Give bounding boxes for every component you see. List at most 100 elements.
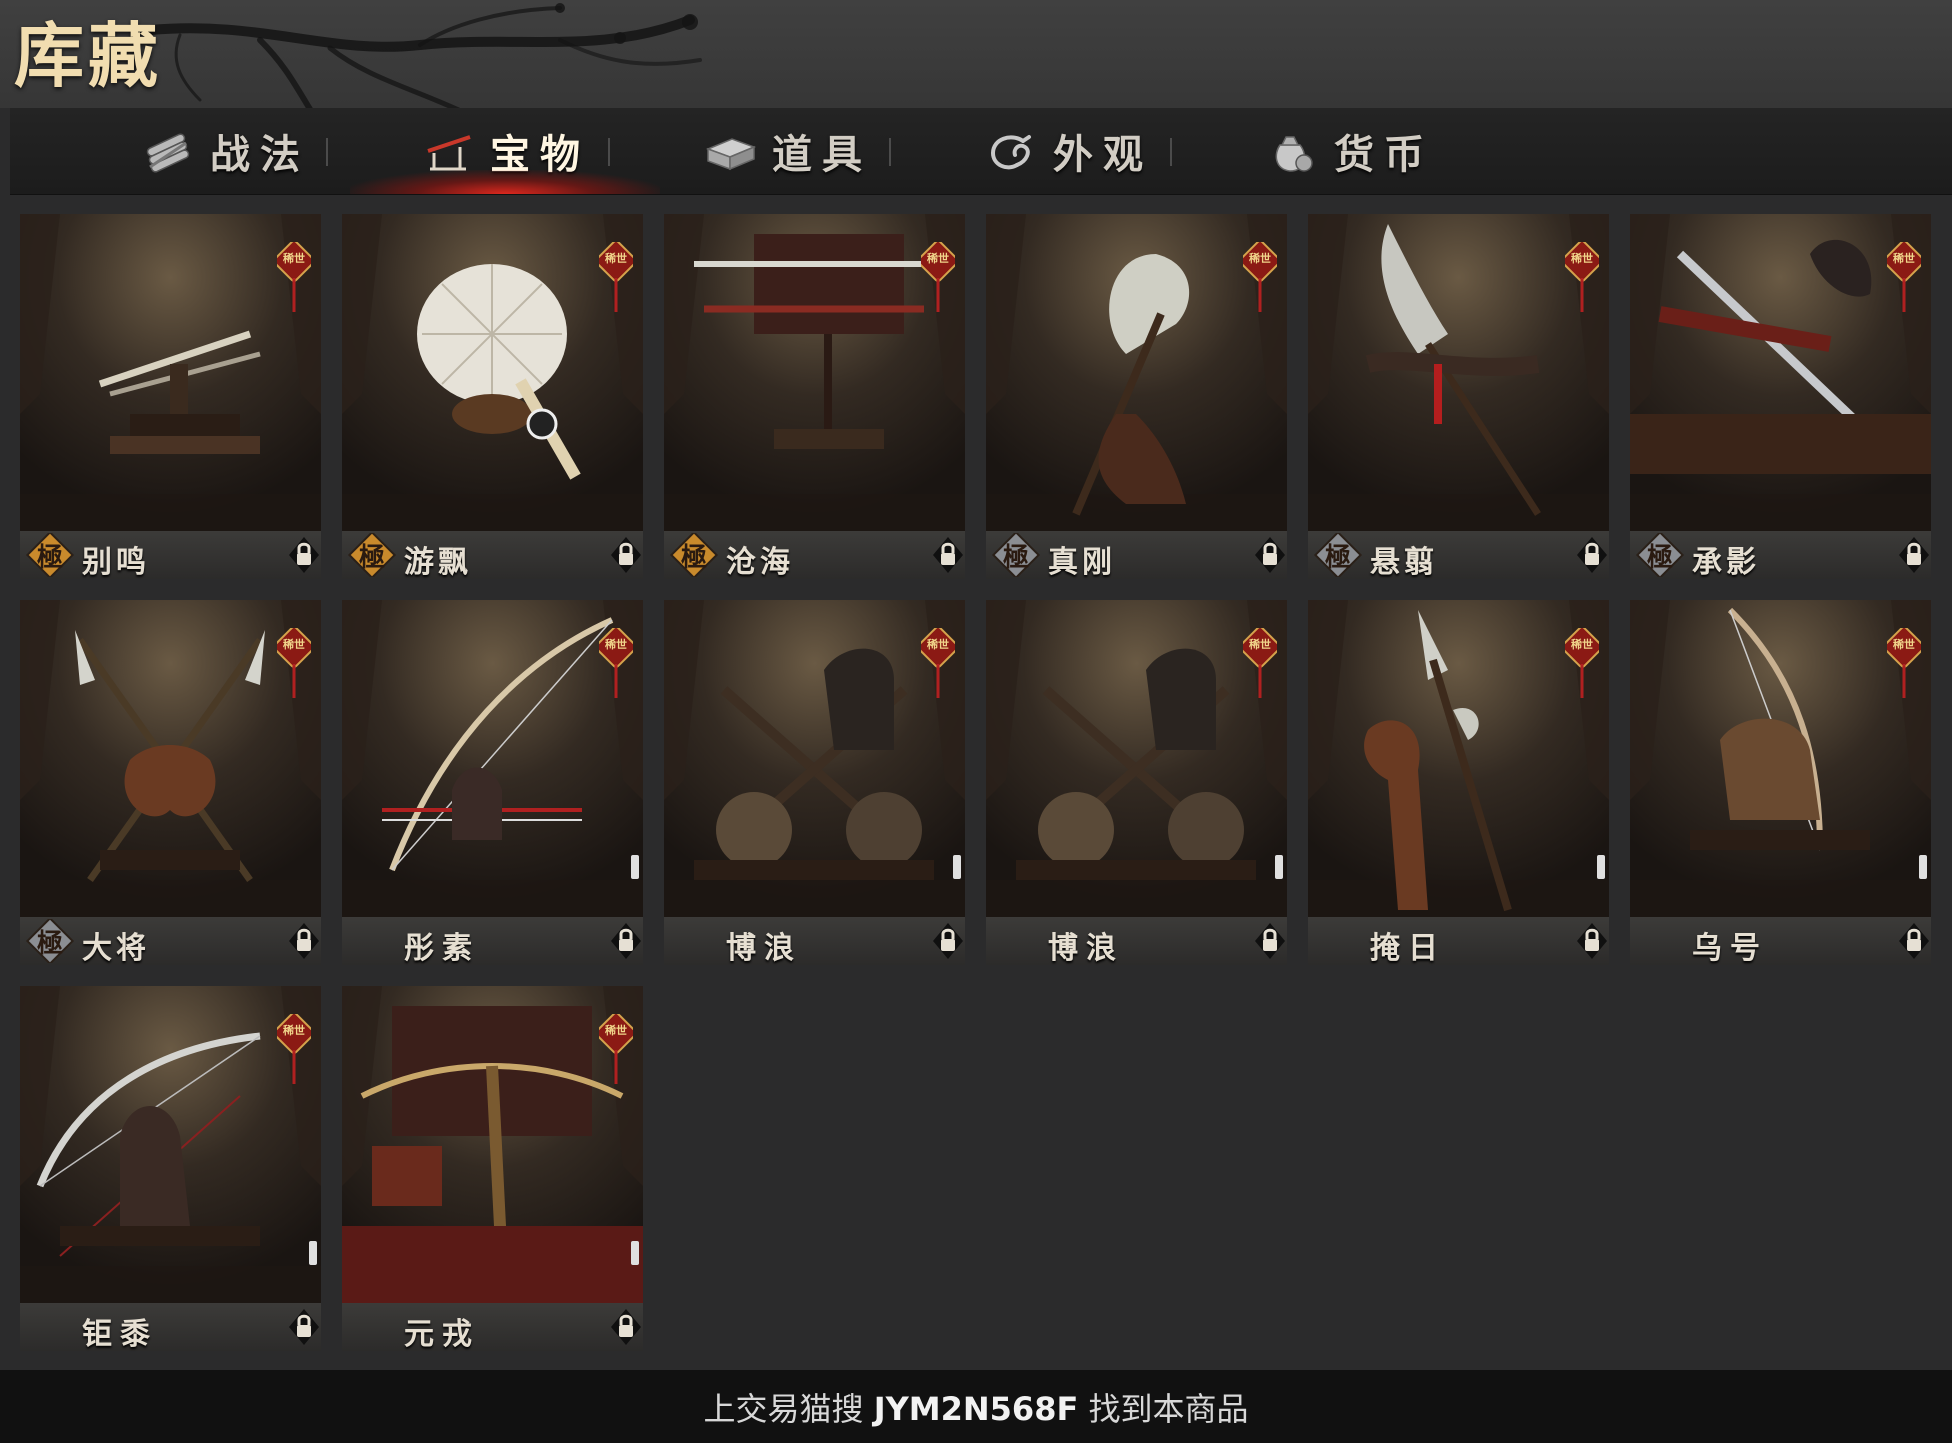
- footer: 上交易猫搜 JYM2N568F 找到本商品: [0, 1370, 1952, 1443]
- coin-pouch-icon: [1275, 136, 1313, 172]
- lock-icon[interactable]: [1253, 921, 1287, 961]
- lock-icon[interactable]: [609, 921, 643, 961]
- weapon-hammers-image: [664, 600, 965, 917]
- weapon-red-bow-image: [342, 600, 643, 917]
- item-name: 彤素: [404, 931, 480, 966]
- item-card[interactable]: 稀世極别鸣: [20, 214, 321, 580]
- grade-badge-label: 極: [680, 543, 707, 573]
- item-artwork: [342, 600, 643, 917]
- item-name: 承影: [1692, 545, 1760, 580]
- tab-coin-pouch[interactable]: 货币: [1174, 108, 1524, 194]
- item-name: 掩日: [1370, 931, 1446, 966]
- scroll-indicator: [953, 855, 961, 879]
- rare-tag-label: 稀世: [1893, 638, 1915, 651]
- header: 库藏: [0, 0, 1952, 108]
- watermark-code: JYM2N568F: [873, 1389, 1079, 1428]
- lock-icon[interactable]: [609, 535, 643, 575]
- item-card[interactable]: 稀世極真刚: [986, 214, 1287, 580]
- weapon-glaive-image: [1308, 214, 1609, 531]
- tab-bar: 战法 宝物 道具 外观 货币: [10, 108, 1952, 195]
- grade-badge-label: 極: [1324, 543, 1351, 573]
- item-name: 博浪: [726, 931, 802, 966]
- lock-icon[interactable]: [609, 1307, 643, 1347]
- item-card[interactable]: 稀世極承影: [1630, 214, 1931, 580]
- grade-badge-label: 極: [1002, 543, 1029, 573]
- item-name-bar: 極承影: [1630, 531, 1931, 580]
- lock-icon[interactable]: [1897, 535, 1931, 575]
- weapon-crossed-spears-image: [20, 600, 321, 917]
- item-card[interactable]: 稀世極大将: [20, 600, 321, 966]
- scroll-indicator: [1597, 855, 1605, 879]
- item-name: 游飘: [404, 545, 472, 580]
- item-name-bar: 乌号: [1630, 917, 1931, 966]
- weapon-feather-fan-image: [342, 214, 643, 531]
- scroll-indicator: [1275, 855, 1283, 879]
- lock-icon[interactable]: [287, 1307, 321, 1347]
- item-artwork: [986, 214, 1287, 531]
- rare-tag-label: 稀世: [605, 638, 627, 651]
- item-card[interactable]: 稀世 博浪: [664, 600, 965, 966]
- weapon-axe-image: [986, 214, 1287, 531]
- weapon-halberd-image: [1308, 600, 1609, 917]
- grade-badge-label: 極: [36, 929, 63, 959]
- rare-tag-label: 稀世: [1893, 252, 1915, 265]
- lock-icon[interactable]: [931, 921, 965, 961]
- item-artwork: [664, 600, 965, 917]
- item-artwork: [1308, 600, 1609, 917]
- grade-badge-label: 極: [36, 543, 63, 573]
- lock-icon[interactable]: [1575, 535, 1609, 575]
- item-artwork: [986, 600, 1287, 917]
- tab-label: 宝物: [490, 131, 590, 178]
- rare-tag-label: 稀世: [283, 638, 305, 651]
- item-card[interactable]: 稀世 钜黍: [20, 986, 321, 1352]
- item-name-bar: 彤素: [342, 917, 643, 966]
- item-card[interactable]: 稀世彤素: [342, 600, 643, 966]
- watermark-suffix: 找到本商品: [1088, 1389, 1249, 1428]
- item-card[interactable]: 稀世 博浪: [986, 600, 1287, 966]
- scroll-indicator: [631, 855, 639, 879]
- rare-tag-label: 稀世: [283, 1024, 305, 1037]
- item-artwork: [1308, 214, 1609, 531]
- item-card[interactable]: 稀世 元戎: [342, 986, 643, 1352]
- item-artwork: [1630, 600, 1931, 917]
- scroll-indicator: [1919, 855, 1927, 879]
- swirl-icon: [990, 135, 1031, 170]
- item-card[interactable]: 稀世極悬翦: [1308, 214, 1609, 580]
- lock-icon[interactable]: [1575, 921, 1609, 961]
- item-card[interactable]: 稀世極沧海: [664, 214, 965, 580]
- item-name: 元戎: [404, 1317, 480, 1352]
- rare-tag-label: 稀世: [605, 252, 627, 265]
- item-card[interactable]: 稀世極游飘: [342, 214, 643, 580]
- item-name-bar: 極别鸣: [20, 531, 321, 580]
- weapon-rack-icon: [427, 135, 471, 171]
- app-root: 库藏 战法 宝物 道具 外观 货币 稀世極别鸣 稀世極游飘 稀世極沧海 稀世極真刚 稀世極悬翦稀…: [0, 0, 1952, 1443]
- lock-icon[interactable]: [931, 535, 965, 575]
- item-name: 真刚: [1048, 545, 1116, 580]
- rare-tag-label: 稀世: [927, 252, 949, 265]
- weapon-bow-image: [1630, 600, 1931, 917]
- scroll-indicator: [631, 1241, 639, 1265]
- tab-separator: [326, 138, 328, 166]
- item-name: 悬翦: [1370, 545, 1438, 580]
- item-name: 别鸣: [82, 545, 150, 580]
- item-card[interactable]: 稀世 掩日: [1308, 600, 1609, 966]
- rare-tag-label: 稀世: [283, 252, 305, 265]
- item-name-bar: 元戎: [342, 1303, 643, 1352]
- item-name-bar: 博浪: [664, 917, 965, 966]
- lock-icon[interactable]: [1253, 535, 1287, 575]
- chest-icon: [705, 138, 757, 171]
- weapon-hammers-image: [986, 600, 1287, 917]
- item-artwork: [342, 214, 643, 531]
- item-name: 博浪: [1048, 931, 1124, 966]
- item-artwork: [1630, 214, 1931, 531]
- lock-icon[interactable]: [287, 535, 321, 575]
- lock-icon[interactable]: [1897, 921, 1931, 961]
- item-name-bar: 掩日: [1308, 917, 1609, 966]
- item-card[interactable]: 稀世乌号: [1630, 600, 1931, 966]
- weapon-sword-rack-image: [664, 214, 965, 531]
- item-name: 大将: [82, 931, 150, 966]
- grade-badge-label: 極: [1646, 543, 1673, 573]
- lock-icon[interactable]: [287, 921, 321, 961]
- tab-separator: [889, 138, 891, 166]
- item-name-bar: 極悬翦: [1308, 531, 1609, 580]
